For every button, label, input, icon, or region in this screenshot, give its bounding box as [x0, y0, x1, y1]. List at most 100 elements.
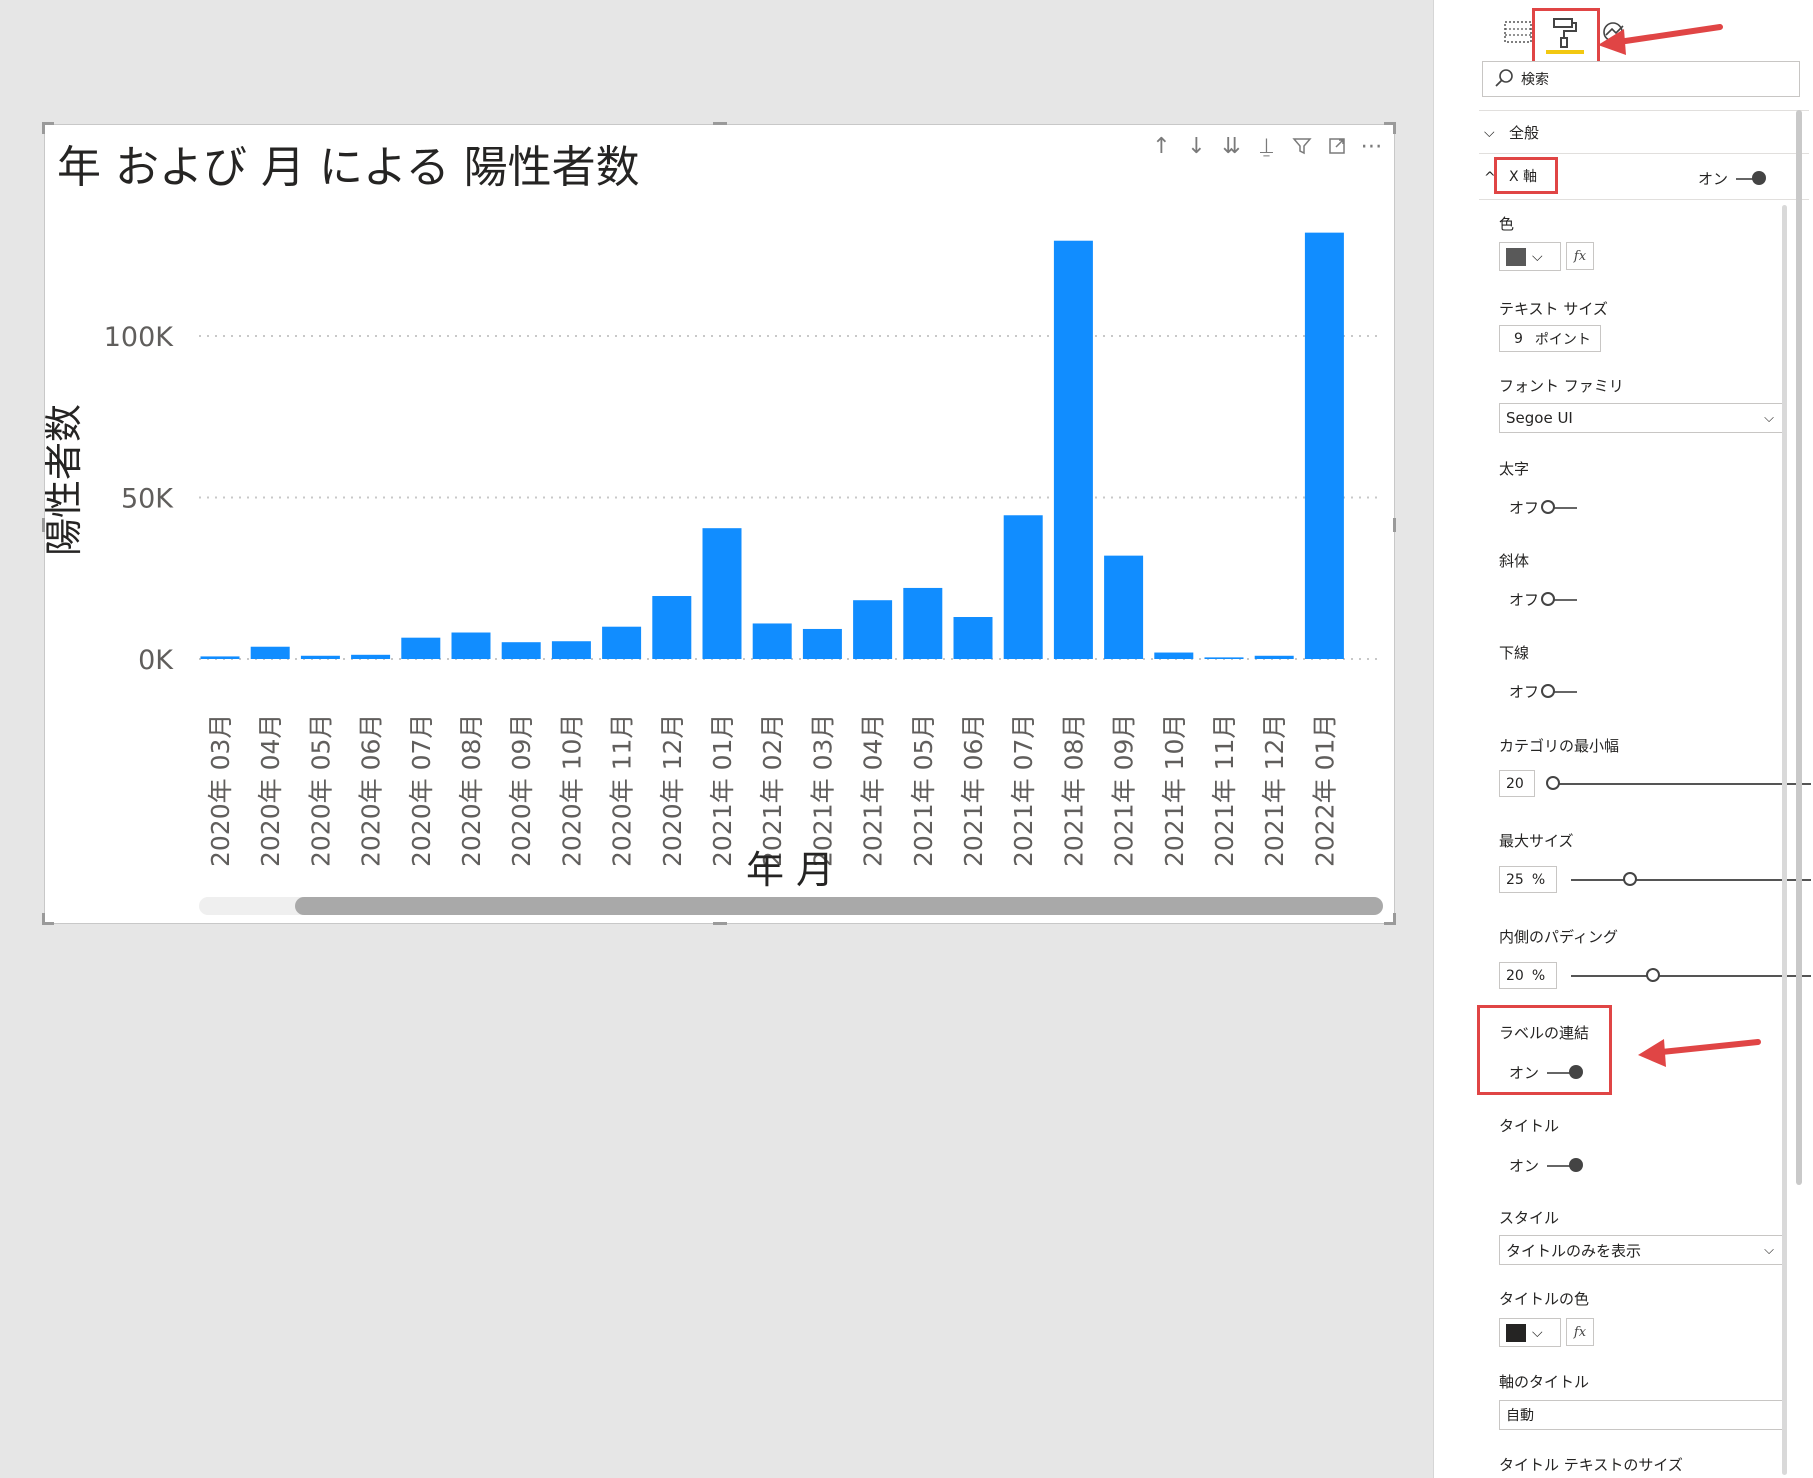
title-color-picker-button[interactable]: ⌵: [1499, 1318, 1561, 1347]
title-color-fx-button[interactable]: fx: [1566, 1318, 1594, 1346]
font-family-value: Segoe UI: [1506, 409, 1573, 427]
chart-canvas: 100K 50K 0K 陽性者数 2020年 03月 2020年 04月 2020年 05月…: [45, 232, 1380, 892]
highlight-box-concatenate-labels: [1477, 1005, 1612, 1095]
bar: [1154, 652, 1194, 659]
column-chart-visual[interactable]: 100K 50K 0K 陽性者数 2020年 03月 2020年 04月 2020年 05月…: [44, 124, 1395, 924]
chevron-down-icon[interactable]: ⌵: [1484, 125, 1495, 141]
focus-mode-icon[interactable]: [1322, 131, 1351, 161]
chart-title: 年 および 月 による 陽性者数: [57, 142, 640, 193]
underline-toggle[interactable]: オフ: [1509, 681, 1578, 702]
search-placeholder: 検索: [1521, 72, 1549, 88]
arrow-down-icon[interactable]: ↓: [1182, 131, 1211, 161]
font-family-label: フォント ファミリ: [1499, 377, 1624, 395]
title-color-swatch: [1506, 1323, 1526, 1342]
max-size-unit: %: [1531, 871, 1546, 888]
resize-handle[interactable]: [42, 913, 45, 925]
x-tick-label: 2021年 04月: [859, 714, 888, 867]
text-size-input[interactable]: 9 ポイント: [1499, 325, 1601, 352]
x-tick-label: 2020年 04月: [256, 714, 285, 867]
visual-header: ↑ ↓ ⇊ ⍊ ⋯: [1147, 131, 1386, 161]
format-pane: 検索 ⌵ 全般 ^ X 軸 オン 色 ⌵ fx テキスト サイズ 9 ポイント …: [1433, 0, 1813, 1478]
resize-handle[interactable]: [1393, 518, 1396, 532]
style-dropdown[interactable]: タイトルのみを表示 ⌵: [1499, 1235, 1783, 1265]
section-general[interactable]: 全般: [1509, 122, 1539, 143]
underline-label: 下線: [1499, 644, 1530, 662]
axis-title-toggle[interactable]: オン: [1509, 1155, 1584, 1176]
search-field[interactable]: 検索: [1482, 61, 1800, 97]
filter-icon[interactable]: [1287, 131, 1316, 161]
resize-handle[interactable]: [1393, 122, 1396, 134]
axis-title-section-label: タイトル: [1499, 1117, 1560, 1135]
x-tick-label: 2020年 10月: [557, 714, 586, 867]
x-tick-label: 2021年 01月: [708, 714, 737, 867]
bar: [351, 654, 391, 659]
inner-padding-unit: %: [1531, 967, 1546, 984]
text-size-value: 9: [1514, 330, 1523, 347]
pane-inner-scrollbar[interactable]: [1782, 205, 1787, 1475]
x-tick-label: 2020年 11月: [608, 714, 637, 867]
x-tick-label: 2020年 09月: [507, 714, 536, 867]
x-tick-label: 2020年 05月: [306, 714, 335, 867]
max-size-input[interactable]: 25 %: [1499, 866, 1557, 893]
min-category-width-slider-knob[interactable]: [1546, 776, 1560, 790]
resize-handle[interactable]: [1393, 913, 1396, 925]
bar: [702, 528, 742, 659]
fields-tab-icon[interactable]: [1504, 20, 1534, 50]
color-label: 色: [1499, 215, 1515, 233]
bold-toggle[interactable]: オフ: [1509, 497, 1578, 518]
resize-handle[interactable]: [713, 922, 727, 925]
expand-hierarchy-icon[interactable]: ⍊: [1252, 131, 1281, 161]
italic-toggle[interactable]: オフ: [1509, 589, 1578, 610]
y-axis-title: 陽性者数: [45, 404, 86, 556]
max-size-label: 最大サイズ: [1499, 832, 1574, 850]
bar: [1254, 655, 1294, 659]
fx-button[interactable]: fx: [1566, 242, 1594, 270]
horizontal-scrollbar-thumb[interactable]: [295, 897, 1383, 915]
search-icon: [1494, 68, 1514, 92]
axis-title-toggle-label: オン: [1509, 1157, 1540, 1175]
chevron-down-icon: ⌵: [1764, 1242, 1774, 1258]
axis-title-input[interactable]: 自動: [1499, 1400, 1783, 1430]
axis-title-text-label: 軸のタイトル: [1499, 1373, 1590, 1391]
inner-padding-input[interactable]: 20 %: [1499, 962, 1557, 989]
chevron-down-icon: ⌵: [1532, 1324, 1543, 1341]
bar: [802, 628, 842, 659]
y-tick-label: 0K: [138, 645, 174, 676]
x-tick-label: 2021年 02月: [758, 714, 787, 867]
arrow-up-icon[interactable]: ↑: [1147, 131, 1176, 161]
min-category-width-slider[interactable]: [1549, 783, 1811, 785]
color-picker-button[interactable]: ⌵: [1499, 242, 1561, 271]
min-category-width-label: カテゴリの最小幅: [1499, 737, 1620, 755]
bar: [1104, 555, 1144, 659]
resize-handle[interactable]: [42, 518, 45, 532]
x-tick-label: 2021年 03月: [808, 714, 837, 867]
resize-handle[interactable]: [713, 122, 727, 125]
x-tick-label: 2020年 12月: [658, 714, 687, 867]
x-tick-label: 2022年 01月: [1310, 714, 1339, 867]
text-size-label: テキスト サイズ: [1499, 300, 1608, 318]
double-arrow-down-icon[interactable]: ⇊: [1217, 131, 1246, 161]
font-family-dropdown[interactable]: Segoe UI ⌵: [1499, 403, 1783, 433]
italic-toggle-label: オフ: [1509, 591, 1540, 609]
resize-handle[interactable]: [42, 122, 45, 134]
bar: [300, 655, 340, 659]
bar: [200, 656, 240, 659]
style-label: スタイル: [1499, 1209, 1560, 1227]
inner-padding-slider-knob[interactable]: [1646, 968, 1660, 982]
underline-toggle-label: オフ: [1509, 683, 1540, 701]
inner-padding-slider[interactable]: [1571, 975, 1811, 977]
x-tick-label: 2021年 05月: [909, 714, 938, 867]
max-size-slider-knob[interactable]: [1623, 872, 1637, 886]
bold-label: 太字: [1499, 460, 1530, 478]
pane-scrollbar[interactable]: [1796, 110, 1802, 1185]
bar: [1204, 657, 1244, 659]
max-size-slider[interactable]: [1571, 879, 1811, 881]
italic-label: 斜体: [1499, 552, 1530, 570]
x-tick-label: 2021年 12月: [1260, 714, 1289, 867]
more-options-icon[interactable]: ⋯: [1357, 131, 1386, 161]
style-value: タイトルのみを表示: [1506, 1241, 1642, 1260]
annotation-arrow-format-tab: [1598, 24, 1723, 55]
y-tick-label: 50K: [121, 484, 174, 515]
xaxis-toggle[interactable]: オン: [1698, 168, 1767, 189]
min-category-width-input[interactable]: 20: [1499, 770, 1535, 797]
